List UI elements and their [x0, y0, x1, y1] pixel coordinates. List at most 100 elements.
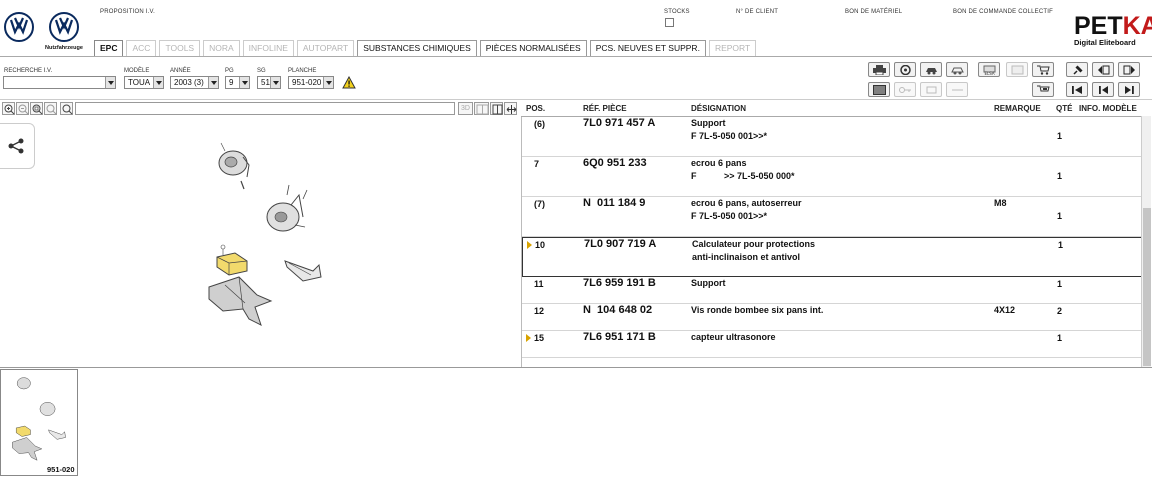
split-view-button[interactable]: [474, 102, 489, 115]
cell-remarque: 4X12: [994, 305, 1016, 315]
table-row[interactable]: 15 7L6 951 171 B capteur ultrasonore 1: [522, 331, 1141, 358]
table-row[interactable]: 12 N 104 648 02 Vis ronde bombee six pans …: [522, 304, 1141, 331]
chevron-down-icon: [270, 77, 280, 88]
svg-text:ELSA: ELSA: [985, 71, 995, 75]
tab-pi-ces-normalis-es[interactable]: PIÈCES NORMALISÉES: [479, 40, 587, 56]
view-3d-button[interactable]: 3D: [458, 102, 473, 115]
planche-select[interactable]: 951-020: [288, 76, 334, 89]
car-tools-button[interactable]: [920, 62, 942, 77]
zoom-reset-button[interactable]: [44, 102, 57, 115]
cell-qte: 1: [1057, 171, 1063, 181]
zoom-in-button[interactable]: [2, 102, 15, 115]
stocks-checkbox[interactable]: [665, 18, 674, 27]
warning-icon[interactable]: [342, 76, 356, 89]
bracket-part[interactable]: [284, 260, 322, 282]
part-marker-icon: [527, 241, 532, 249]
zoom-fit-icon: [32, 104, 43, 115]
prev-page-button[interactable]: [1092, 62, 1114, 77]
engine-button[interactable]: [920, 82, 942, 97]
elsa-icon: ELSA: [983, 65, 996, 75]
first-button[interactable]: [1066, 82, 1088, 97]
export-button[interactable]: [1006, 62, 1028, 77]
preview-divider: [0, 367, 1152, 368]
cell-pos: 7: [534, 159, 540, 169]
engine-icon: [926, 86, 937, 94]
tab-nora[interactable]: NORA: [203, 40, 240, 56]
chevron-down-icon: [153, 77, 163, 88]
zoom-reset-icon: [46, 104, 57, 115]
col-ref: RÉF. PIÈCE: [583, 104, 627, 113]
zoom-out-button[interactable]: [16, 102, 29, 115]
table-row[interactable]: (6) 7L0 971 457 A Support F 7L-5-050 001>>*…: [522, 117, 1141, 157]
modele-select[interactable]: TOUA: [124, 76, 164, 89]
client-number-label: N° DE CLIENT: [736, 9, 779, 15]
prev-button[interactable]: [1092, 82, 1114, 97]
key-button[interactable]: [894, 82, 916, 97]
cell-designation-line2: F >> 7L-5-050 000*: [691, 171, 795, 181]
tab-epc[interactable]: EPC: [94, 40, 124, 57]
magnifier-button[interactable]: [60, 102, 73, 115]
col-pos: POS.: [526, 104, 546, 113]
recherche-select[interactable]: [3, 76, 116, 89]
scrollbar-thumb[interactable]: [1143, 208, 1151, 366]
tab-acc[interactable]: ACC: [126, 40, 157, 56]
material-note-label: BON DE MATÉRIEL: [845, 9, 903, 15]
cell-qte: 1: [1057, 211, 1063, 221]
parts-diagram[interactable]: [195, 135, 335, 335]
print-button[interactable]: [868, 62, 890, 77]
next-button[interactable]: [1118, 82, 1140, 97]
prev-page-icon: [1098, 65, 1110, 75]
col-designation: DÉSIGNATION: [691, 104, 746, 113]
cell-ref: 7L6 951 171 B: [583, 331, 656, 343]
resize-button[interactable]: [504, 102, 517, 115]
wheel-button[interactable]: [894, 62, 916, 77]
tab-autopart[interactable]: AUTOPART: [296, 40, 355, 56]
planche-label: PLANCHE: [288, 68, 317, 74]
sensor-part[interactable]: [266, 184, 308, 232]
window-button[interactable]: [490, 102, 503, 115]
first-icon: [1072, 86, 1082, 94]
sg-select[interactable]: 51: [257, 76, 281, 89]
pg-label: PG: [225, 68, 234, 74]
cell-qte: 1: [1057, 333, 1063, 343]
cell-qte: 1: [1058, 240, 1064, 250]
zoom-field[interactable]: [75, 102, 455, 115]
table-scrollbar[interactable]: [1141, 116, 1151, 367]
table-row[interactable]: (7) N 011 184 9 ecrou 6 pans, autoserreur F…: [522, 197, 1141, 237]
planche-value: 951-020: [292, 78, 322, 87]
tab-substances-chimiques[interactable]: SUBSTANCES CHIMIQUES: [357, 40, 477, 56]
list-button[interactable]: [868, 82, 890, 97]
elsa-button[interactable]: ELSA: [978, 62, 1000, 77]
modele-label: MODÈLE: [124, 68, 150, 74]
pin-button[interactable]: [1066, 62, 1088, 77]
cart-list-icon: [1037, 85, 1050, 92]
arrow-button[interactable]: [946, 82, 968, 97]
annee-select[interactable]: 2003 (3): [170, 76, 219, 89]
tab-tools[interactable]: TOOLS: [159, 40, 201, 56]
cell-designation-line2: F 7L-5-050 001>>*: [691, 211, 768, 221]
car-button[interactable]: [946, 62, 968, 77]
page-thumbnail[interactable]: [0, 369, 78, 476]
cell-designation: Vis ronde bombee six pans int.: [691, 305, 824, 315]
cell-qte: 2: [1057, 306, 1063, 316]
horn-part[interactable]: [218, 142, 250, 178]
zoom-fit-button[interactable]: [30, 102, 43, 115]
table-row[interactable]: 10 7L0 907 719 A Calculateur pour protecti…: [522, 237, 1141, 277]
pg-select[interactable]: 9: [225, 76, 250, 89]
cell-ref: N 104 648 02: [583, 304, 653, 316]
control-unit-part[interactable]: [216, 244, 248, 276]
resize-arrows-icon: [506, 105, 517, 114]
tab-infoline[interactable]: INFOLINE: [242, 40, 294, 56]
support-part[interactable]: [208, 276, 273, 326]
table-row[interactable]: 11 7L6 959 191 B Support 1: [522, 277, 1141, 304]
tab-report[interactable]: REPORT: [708, 40, 757, 56]
cart-button[interactable]: [1032, 62, 1054, 77]
next-page-button[interactable]: [1118, 62, 1140, 77]
share-button[interactable]: [0, 123, 35, 169]
table-row[interactable]: 7 6Q0 951 233 ecrou 6 pans F >> 7L-5-050 00…: [522, 157, 1141, 197]
bolt-part[interactable]: [240, 180, 245, 190]
cart-list-button[interactable]: [1032, 82, 1054, 97]
tab-pcs-neuves-et-suppr[interactable]: PCS. NEUVES ET SUPPR.: [589, 40, 706, 56]
cell-ref: 7L6 959 191 B: [583, 277, 656, 289]
window-icon: [492, 104, 503, 115]
